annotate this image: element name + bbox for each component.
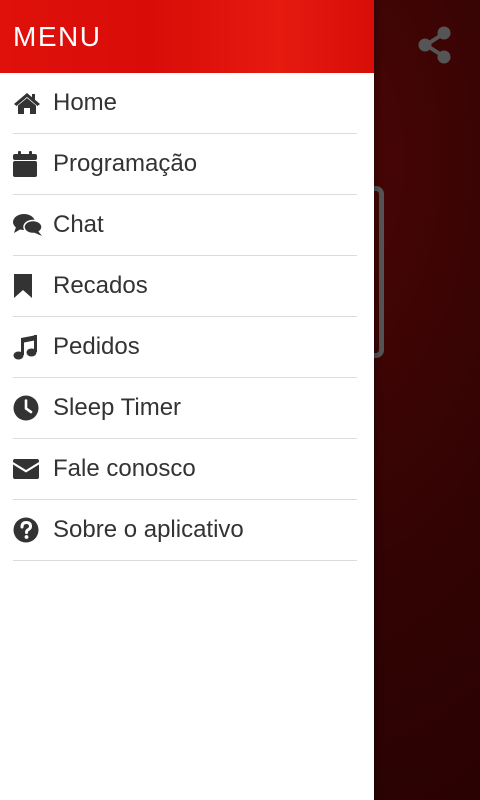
menu-item-home[interactable]: Home <box>13 73 357 134</box>
question-circle-icon <box>13 515 43 545</box>
calendar-icon <box>13 149 43 179</box>
menu-item-label: Fale conosco <box>53 455 196 482</box>
menu-item-label: Sobre o aplicativo <box>53 516 244 543</box>
envelope-icon <box>13 454 43 484</box>
menu-item-label: Programação <box>53 150 198 177</box>
navigation-drawer: MENU Home Programação Chat Recados Pedid… <box>0 0 374 800</box>
menu-item-programacao[interactable]: Programação <box>13 134 357 195</box>
menu-item-pedidos[interactable]: Pedidos <box>13 317 357 378</box>
music-icon <box>13 332 43 362</box>
menu-item-fale-conosco[interactable]: Fale conosco <box>13 439 357 500</box>
drawer-title: MENU <box>13 20 102 52</box>
bookmark-icon <box>13 271 43 301</box>
home-icon <box>13 88 43 118</box>
chat-icon <box>13 210 43 240</box>
clock-icon <box>13 393 43 423</box>
menu-list: Home Programação Chat Recados Pedidos Sl… <box>0 73 374 561</box>
menu-item-label: Home <box>53 89 118 116</box>
menu-item-recados[interactable]: Recados <box>13 256 357 317</box>
menu-item-label: Sleep Timer <box>53 394 182 421</box>
menu-item-label: Recados <box>53 272 148 299</box>
share-button[interactable] <box>414 26 456 68</box>
menu-item-label: Pedidos <box>53 333 140 360</box>
share-icon <box>418 26 452 69</box>
menu-item-label: Chat <box>53 211 104 238</box>
menu-item-chat[interactable]: Chat <box>13 195 357 256</box>
drawer-header: MENU <box>0 0 374 73</box>
menu-item-sleep-timer[interactable]: Sleep Timer <box>13 378 357 439</box>
menu-item-sobre[interactable]: Sobre o aplicativo <box>13 500 357 561</box>
